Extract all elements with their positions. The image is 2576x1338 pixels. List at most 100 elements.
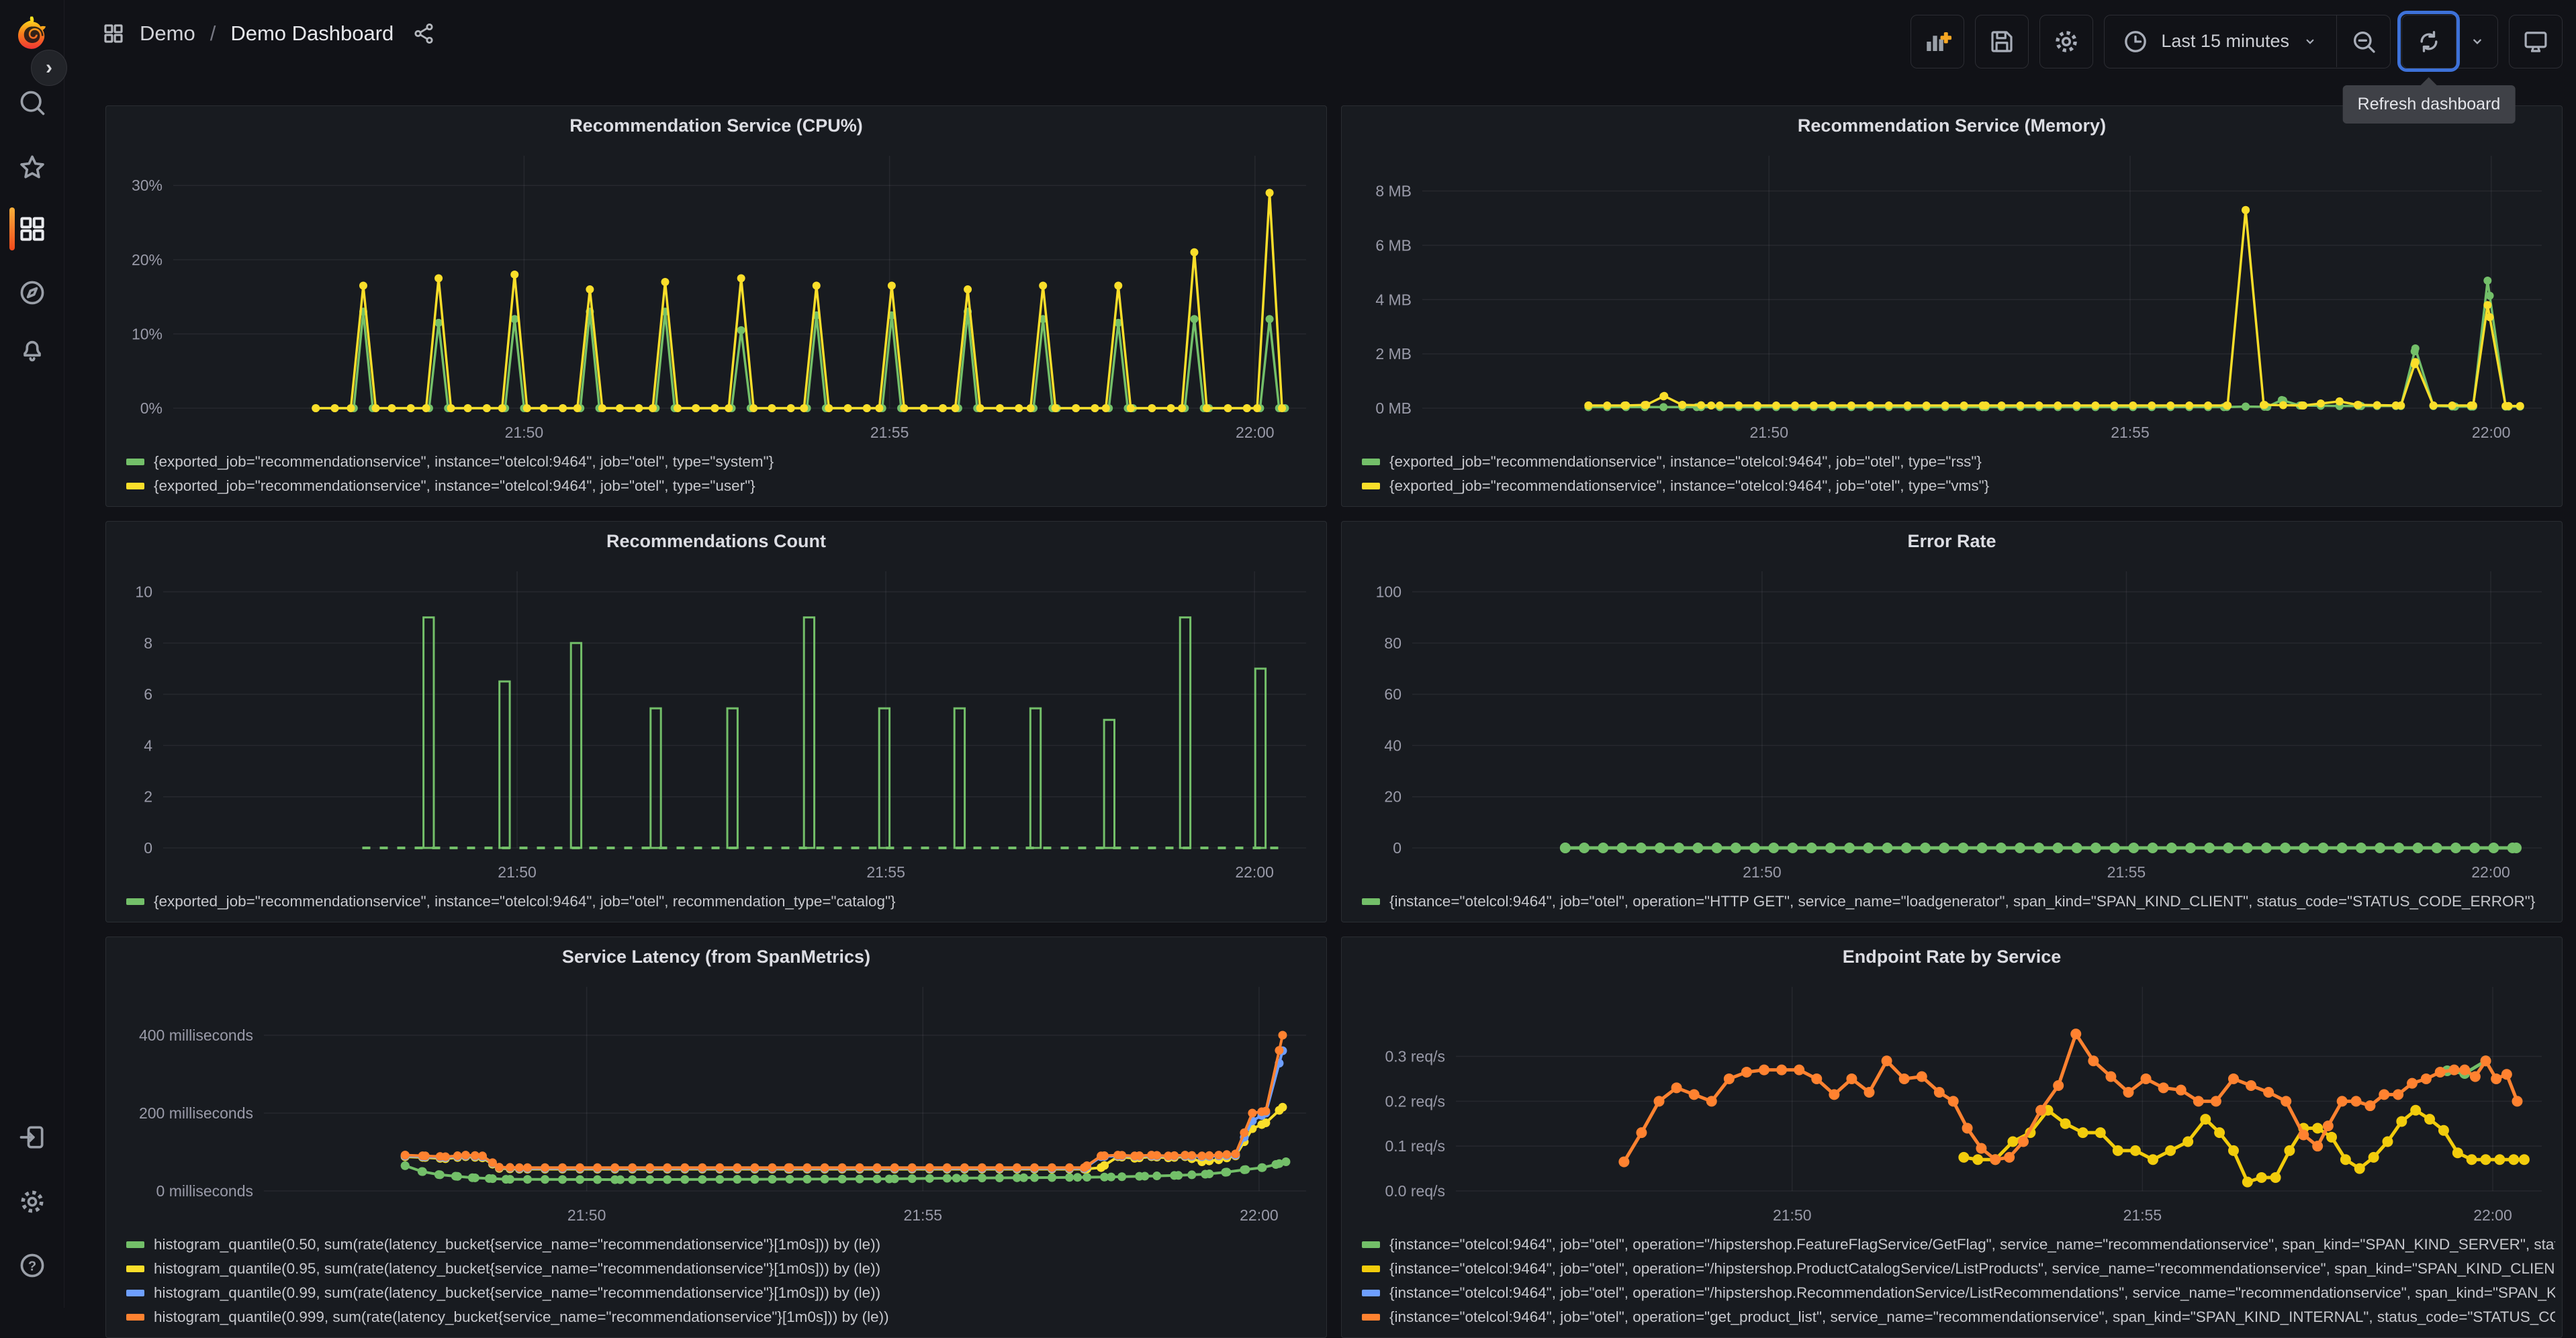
panel-title[interactable]: Service Latency (from SpanMetrics) (106, 937, 1326, 976)
legend-item[interactable]: histogram_quantile(0.95, sum(rate(latenc… (126, 1257, 1320, 1281)
panel-chart[interactable]: 0 milliseconds200 milliseconds400 millis… (106, 976, 1326, 1230)
toolbar-actions: Last 15 minutes Refresh dashboard (1911, 15, 2563, 68)
legend-series-label: histogram_quantile(0.999, sum(rate(laten… (154, 1308, 889, 1326)
panel-cpu: Recommendation Service (CPU%) 0%10%20%30… (105, 105, 1327, 507)
sidebar-item-search[interactable] (11, 81, 54, 124)
legend-series-label: {instance="otelcol:9464", job="otel", op… (1389, 1260, 2555, 1278)
active-indicator (9, 207, 15, 250)
legend-series-color-chip (1362, 1241, 1380, 1248)
panel-chart[interactable]: 0 MB2 MB4 MB6 MB8 MB21:5021:5522:00 (1342, 145, 2562, 447)
svg-text:60: 60 (1384, 685, 1401, 703)
legend-series-color-chip (126, 1241, 144, 1248)
dashboard-grid: Recommendation Service (CPU%) 0%10%20%30… (105, 105, 2563, 1338)
breadcrumb-separator: / (210, 21, 216, 46)
sidebar-item-configuration[interactable] (11, 1180, 54, 1223)
legend-series-label: {instance="otelcol:9464", job="otel", op… (1389, 1284, 2555, 1302)
help-icon: ? (17, 1251, 47, 1280)
panel-chart[interactable]: 0%10%20%30%21:5021:5522:00 (106, 145, 1326, 447)
legend-item[interactable]: {instance="otelcol:9464", job="otel", op… (1362, 1257, 2555, 1281)
legend-series-color-chip (126, 1314, 144, 1321)
legend-item[interactable]: {exported_job="recommendationservice", i… (126, 890, 1320, 914)
svg-text:20%: 20% (132, 251, 163, 269)
refresh-icon (2416, 28, 2442, 55)
zoom-out-icon (2350, 28, 2377, 55)
panel-chart[interactable]: 0.0 req/s0.1 req/s0.2 req/s0.3 req/s21:5… (1342, 976, 2562, 1230)
svg-text:22:00: 22:00 (1235, 863, 1274, 881)
time-range-picker[interactable]: Last 15 minutes (2105, 15, 2336, 67)
legend-series-label: {exported_job="recommendationservice", i… (1389, 453, 1982, 471)
svg-text:4: 4 (144, 736, 152, 754)
svg-text:21:50: 21:50 (1743, 863, 1782, 881)
panel-title[interactable]: Endpoint Rate by Service (1342, 937, 2562, 976)
svg-text:0.3 req/s: 0.3 req/s (1385, 1048, 1446, 1065)
panel-title[interactable]: Recommendation Service (CPU%) (106, 106, 1326, 145)
legend-series-label: {instance="otelcol:9464", job="otel", op… (1389, 893, 2535, 910)
panel-chart[interactable]: 02040608010021:5021:5522:00 (1342, 561, 2562, 887)
breadcrumb-dashboard-title[interactable]: Demo Dashboard (230, 21, 394, 46)
svg-text:21:55: 21:55 (2111, 424, 2150, 441)
panel-legend: {exported_job="recommendationservice", i… (1342, 447, 2562, 506)
legend-item[interactable]: {exported_job="recommendationservice", i… (126, 450, 1320, 474)
legend-series-label: {exported_job="recommendationservice", i… (154, 453, 774, 471)
legend-series-label: histogram_quantile(0.99, sum(rate(latenc… (154, 1284, 880, 1302)
svg-text:20: 20 (1384, 788, 1401, 806)
legend-item[interactable]: histogram_quantile(0.99, sum(rate(latenc… (126, 1281, 1320, 1305)
refresh-dashboard-button[interactable]: Refresh dashboard (2402, 15, 2456, 67)
panel-chart[interactable]: 024681021:5021:5522:00 (106, 561, 1326, 887)
dashboard-settings-button[interactable] (2039, 15, 2093, 68)
svg-text:8: 8 (144, 634, 152, 652)
sidebar-item-sign-in[interactable] (11, 1116, 54, 1159)
legend-item[interactable]: {instance="otelcol:9464", job="otel", op… (1362, 1233, 2555, 1257)
svg-text:100: 100 (1376, 583, 1401, 601)
legend-item[interactable]: {exported_job="recommendationservice", i… (1362, 450, 2555, 474)
panel-legend: {instance="otelcol:9464", job="otel", op… (1342, 1230, 2562, 1337)
cycle-view-mode-button[interactable] (2509, 15, 2563, 68)
share-icon[interactable] (412, 22, 435, 45)
legend-item[interactable]: histogram_quantile(0.50, sum(rate(latenc… (126, 1233, 1320, 1257)
sidebar-item-starred[interactable] (11, 146, 54, 189)
legend-item[interactable]: histogram_quantile(0.999, sum(rate(laten… (126, 1305, 1320, 1329)
monitor-icon (2522, 28, 2550, 56)
breadcrumb-folder[interactable]: Demo (140, 21, 195, 46)
legend-item[interactable]: {instance="otelcol:9464", job="otel", op… (1362, 890, 2555, 914)
grafana-logo-icon[interactable] (13, 15, 51, 52)
refresh-interval-dropdown[interactable] (2456, 15, 2497, 67)
sidebar-item-help[interactable]: ? (11, 1244, 54, 1287)
compass-icon (17, 278, 47, 307)
gear-icon (2052, 28, 2080, 56)
svg-text:8 MB: 8 MB (1375, 183, 1412, 200)
panel-title[interactable]: Recommendations Count (106, 522, 1326, 561)
panel-title[interactable]: Error Rate (1342, 522, 2562, 561)
panel-memory: Recommendation Service (Memory) 0 MB2 MB… (1341, 105, 2563, 507)
add-panel-button[interactable] (1911, 15, 1964, 68)
panel-error-rate: Error Rate 02040608010021:5021:5522:00 {… (1341, 521, 2563, 922)
panel-legend: {instance="otelcol:9464", job="otel", op… (1342, 887, 2562, 922)
sidebar-item-dashboards[interactable] (11, 207, 54, 250)
expand-sidebar-button[interactable]: › (31, 50, 67, 86)
svg-text:40: 40 (1384, 736, 1401, 754)
sidebar-item-alerting[interactable] (11, 328, 54, 371)
svg-text:80: 80 (1384, 634, 1401, 652)
chevron-down-icon (2301, 33, 2319, 50)
legend-item[interactable]: {exported_job="recommendationservice", i… (1362, 474, 2555, 498)
legend-item[interactable]: {exported_job="recommendationservice", i… (126, 474, 1320, 498)
svg-text:0%: 0% (140, 399, 163, 417)
search-icon (17, 88, 47, 117)
svg-text:22:00: 22:00 (2472, 424, 2511, 441)
panel-legend: {exported_job="recommendationservice", i… (106, 887, 1326, 922)
refresh-tooltip: Refresh dashboard (2343, 85, 2516, 124)
sidebar-item-explore[interactable] (11, 271, 54, 314)
zoom-out-time-button[interactable] (2336, 15, 2390, 67)
legend-item[interactable]: {instance="otelcol:9464", job="otel", op… (1362, 1281, 2555, 1305)
time-range-label: Last 15 minutes (2161, 31, 2289, 52)
panel-recommendations-count: Recommendations Count 024681021:5021:552… (105, 521, 1327, 922)
star-icon (17, 152, 47, 182)
svg-text:22:00: 22:00 (2473, 1206, 2512, 1224)
svg-text:21:50: 21:50 (498, 863, 537, 881)
legend-item[interactable]: {instance="otelcol:9464", job="otel", op… (1362, 1305, 2555, 1329)
legend-series-label: {instance="otelcol:9464", job="otel", op… (1389, 1308, 2555, 1326)
svg-text:0: 0 (1393, 839, 1401, 857)
svg-text:?: ? (28, 1259, 36, 1274)
time-range-group: Last 15 minutes (2104, 15, 2391, 68)
save-dashboard-button[interactable] (1975, 15, 2029, 68)
